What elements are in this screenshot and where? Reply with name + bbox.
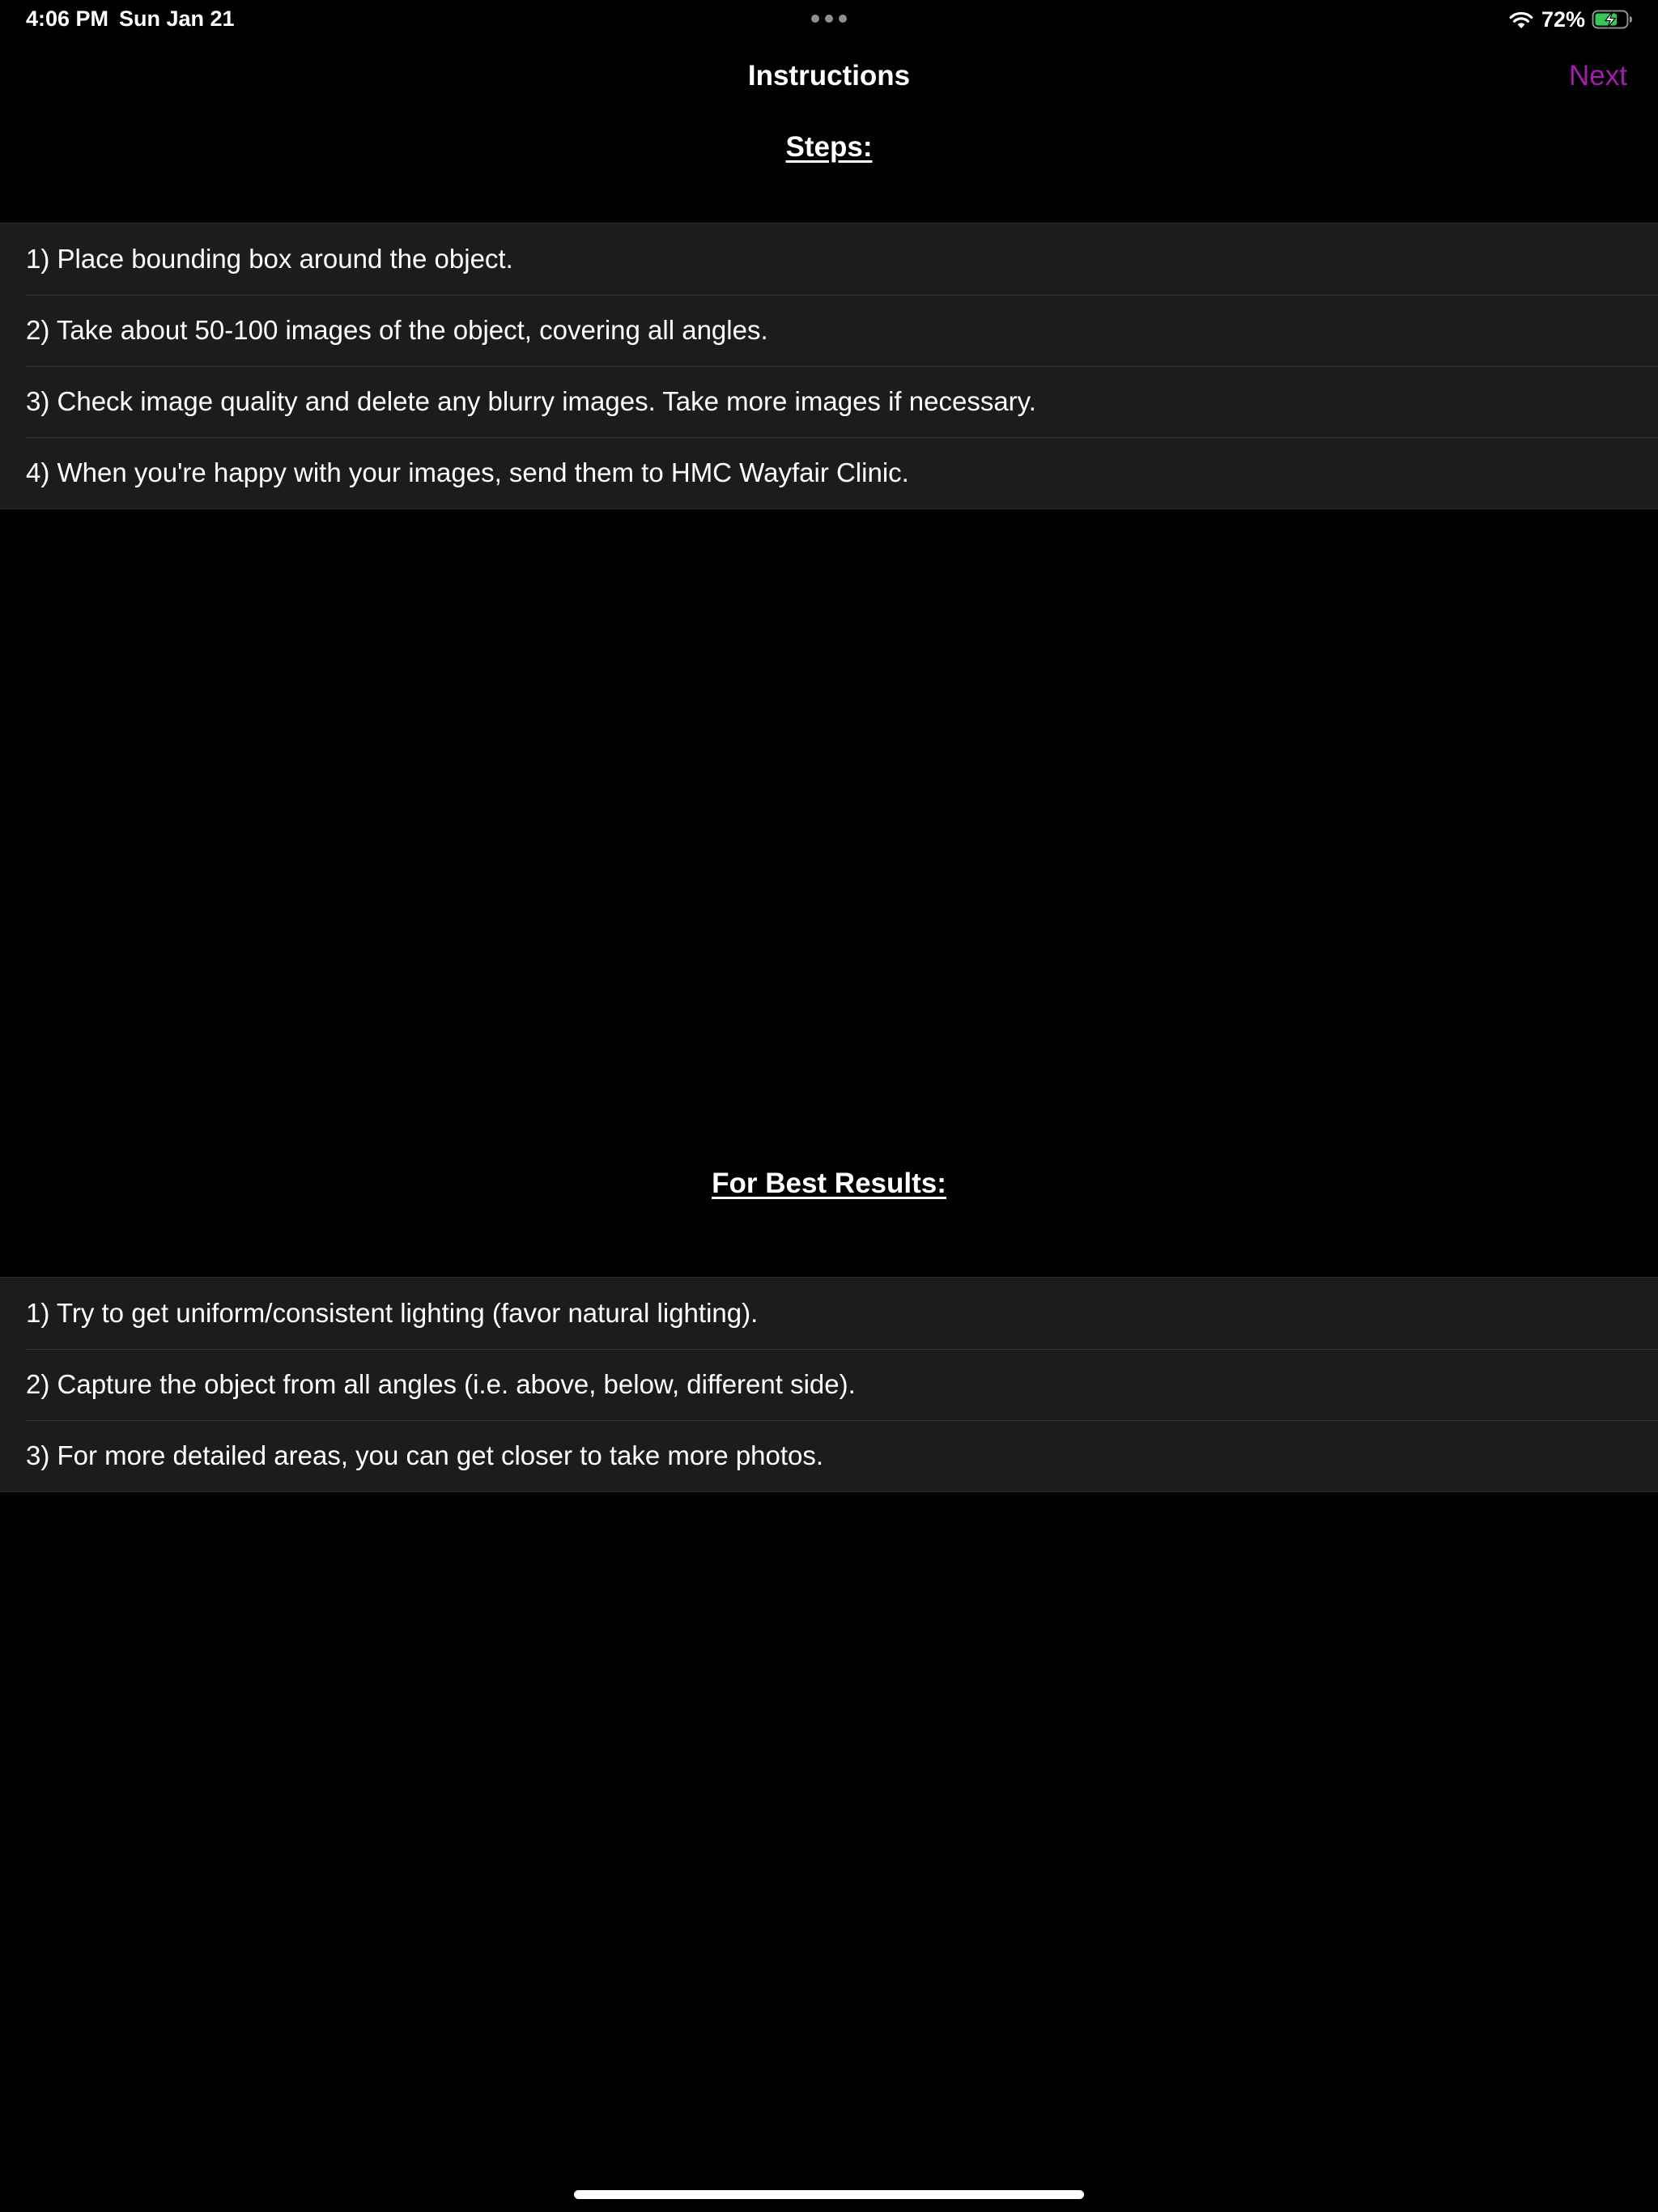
battery-charging-icon	[1592, 10, 1632, 29]
wifi-icon	[1509, 11, 1533, 28]
list-item: 3) Check image quality and delete any bl…	[0, 366, 1658, 437]
steps-list: 1) Place bounding box around the object.…	[0, 223, 1658, 509]
status-bar: 4:06 PM Sun Jan 21 72%	[0, 0, 1658, 39]
list-item: 1) Place bounding box around the object.	[26, 244, 513, 274]
list-item: 1) Try to get uniform/consistent lightin…	[26, 1298, 759, 1328]
multitask-dots-icon[interactable]	[811, 15, 847, 24]
next-button[interactable]: Next	[1569, 60, 1627, 92]
page-title: Instructions	[747, 60, 911, 91]
battery-percent: 72%	[1541, 6, 1585, 32]
list-item: 3) For more detailed areas, you can get …	[0, 1420, 1658, 1491]
steps-header: Steps:	[785, 131, 873, 163]
best-results-list: 1) Try to get uniform/consistent lightin…	[0, 1277, 1658, 1492]
list-item: 2) Take about 50-100 images of the objec…	[0, 295, 1658, 366]
best-results-header: For Best Results:	[712, 1168, 946, 1199]
status-date: Sun Jan 21	[119, 6, 235, 31]
list-item: 2) Capture the object from all angles (i…	[0, 1349, 1658, 1420]
list-item: 4) When you're happy with your images, s…	[0, 437, 1658, 508]
status-indicators: 72%	[1507, 5, 1634, 34]
status-time: 4:06 PM	[26, 6, 109, 31]
home-indicator[interactable]	[574, 2190, 1084, 2199]
